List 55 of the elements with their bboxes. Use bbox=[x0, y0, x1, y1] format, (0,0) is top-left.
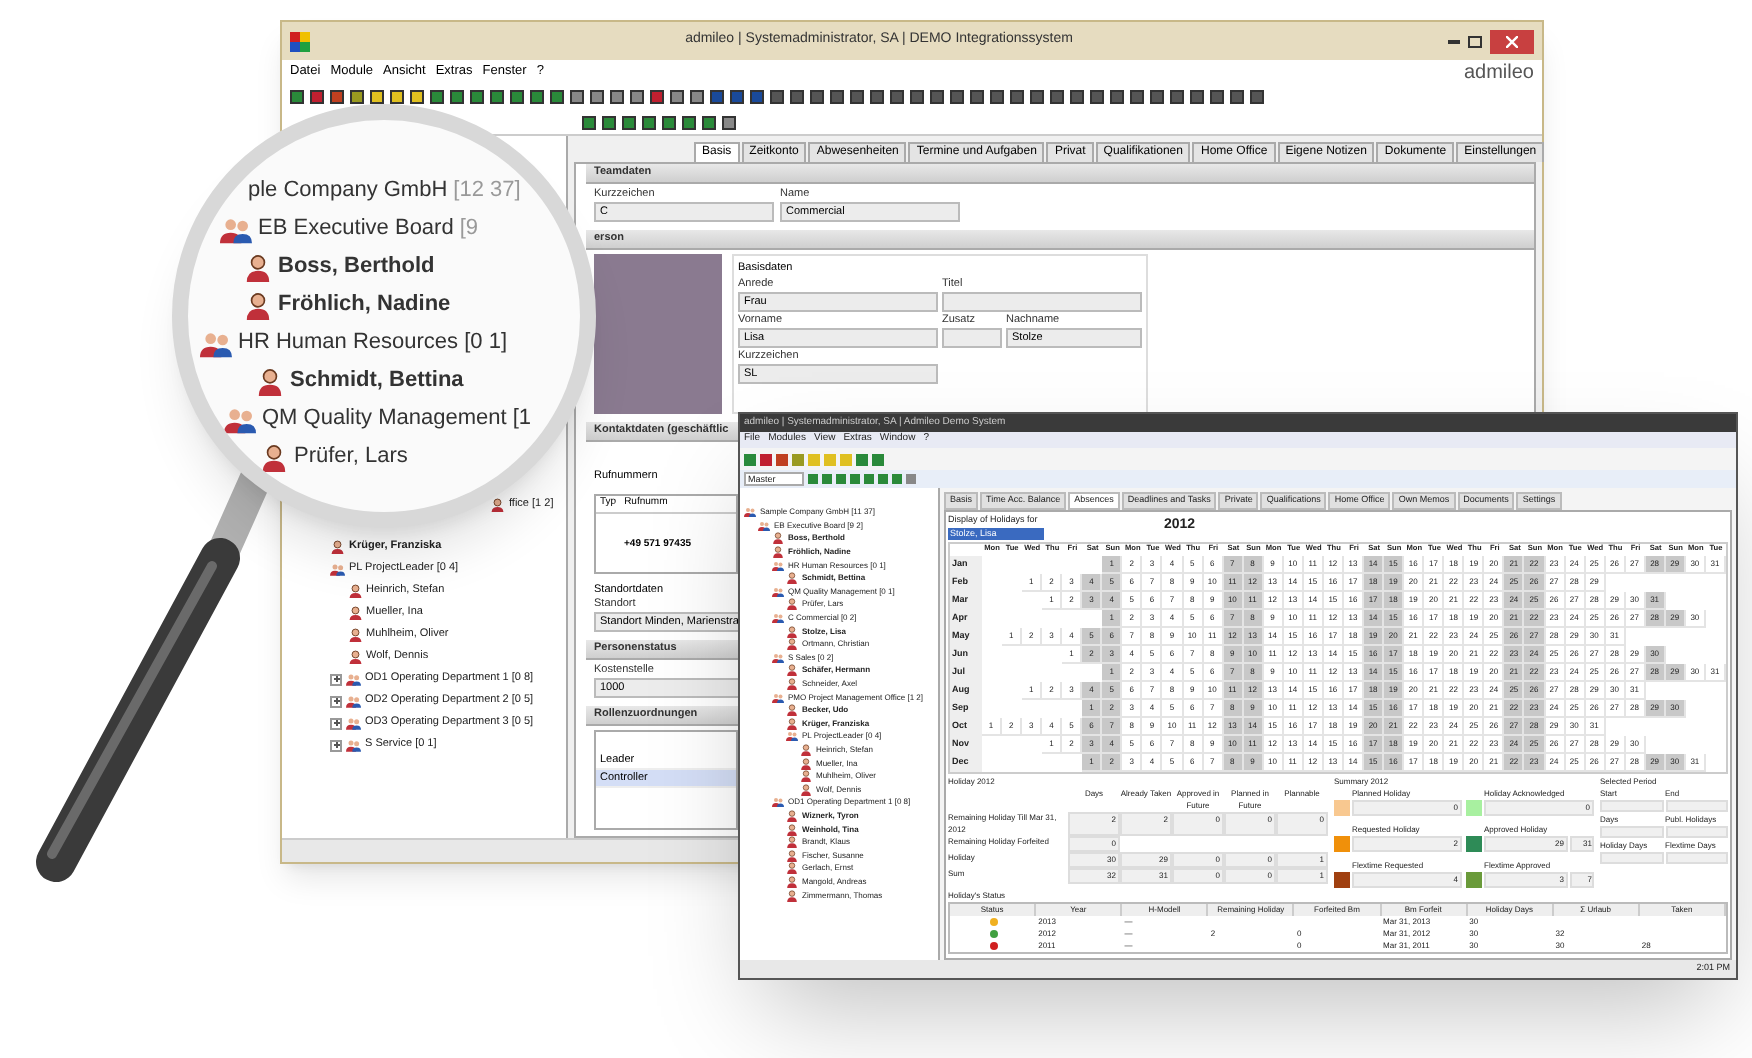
minimize-icon[interactable] bbox=[1448, 39, 1460, 43]
people-icon bbox=[772, 559, 784, 572]
people-icon bbox=[200, 327, 232, 359]
person-icon bbox=[786, 598, 798, 611]
count-label: [12 37] bbox=[453, 176, 521, 207]
people-icon bbox=[330, 561, 345, 577]
people-icon bbox=[772, 796, 784, 809]
close-icon bbox=[1506, 35, 1518, 47]
person-icon bbox=[347, 605, 362, 621]
input-field[interactable] bbox=[1665, 799, 1728, 812]
people-icon bbox=[772, 651, 784, 664]
tree-item[interactable]: Schmidt, Bettina bbox=[290, 364, 464, 398]
people-icon bbox=[346, 693, 361, 709]
people-icon bbox=[346, 737, 361, 753]
people-icon bbox=[220, 213, 252, 245]
people-icon bbox=[346, 671, 361, 687]
input-field[interactable] bbox=[1600, 825, 1663, 838]
person-icon bbox=[330, 539, 345, 555]
person-icon bbox=[347, 583, 362, 599]
expand-toggle[interactable] bbox=[330, 739, 342, 751]
tree-item[interactable]: EB Executive Board bbox=[258, 212, 454, 246]
input-field[interactable] bbox=[1600, 851, 1663, 864]
tree-item[interactable]: QM Quality Management [1 bbox=[262, 402, 532, 436]
input-field[interactable] bbox=[942, 328, 1002, 349]
person-icon bbox=[786, 572, 798, 585]
person-icon bbox=[347, 627, 362, 643]
tree-item[interactable]: Fröhlich, Nadine bbox=[278, 288, 451, 322]
count-label: [9 bbox=[459, 214, 479, 245]
person-icon bbox=[347, 649, 362, 665]
tree-item[interactable]: Prüfer, Lars bbox=[294, 440, 408, 474]
person-icon bbox=[260, 443, 288, 471]
people-icon bbox=[772, 691, 784, 704]
app-icon bbox=[290, 31, 310, 51]
people-icon bbox=[772, 612, 784, 625]
tree-item[interactable]: HR Human Resources [0 1] bbox=[238, 326, 507, 360]
people-icon bbox=[224, 403, 256, 435]
app-logo: admileo bbox=[1463, 59, 1534, 87]
tree-item[interactable]: Boss, Berthold bbox=[278, 250, 435, 284]
expand-toggle[interactable] bbox=[330, 695, 342, 707]
expand-toggle[interactable] bbox=[330, 717, 342, 729]
input-field[interactable] bbox=[1665, 825, 1728, 838]
people-icon bbox=[786, 730, 798, 743]
expand-toggle[interactable] bbox=[330, 673, 342, 685]
person-icon bbox=[256, 367, 284, 395]
close-button[interactable] bbox=[1490, 29, 1534, 53]
person-icon bbox=[244, 291, 272, 319]
people-icon bbox=[346, 715, 361, 731]
people-icon bbox=[772, 585, 784, 598]
person-icon bbox=[490, 497, 505, 513]
input-field[interactable] bbox=[942, 292, 1142, 313]
input-field[interactable] bbox=[1600, 799, 1663, 812]
input-field[interactable] bbox=[1665, 851, 1728, 864]
tree-item[interactable]: ple Company GmbH bbox=[248, 174, 448, 208]
maximize-icon[interactable] bbox=[1468, 35, 1482, 47]
person-icon bbox=[244, 253, 272, 281]
